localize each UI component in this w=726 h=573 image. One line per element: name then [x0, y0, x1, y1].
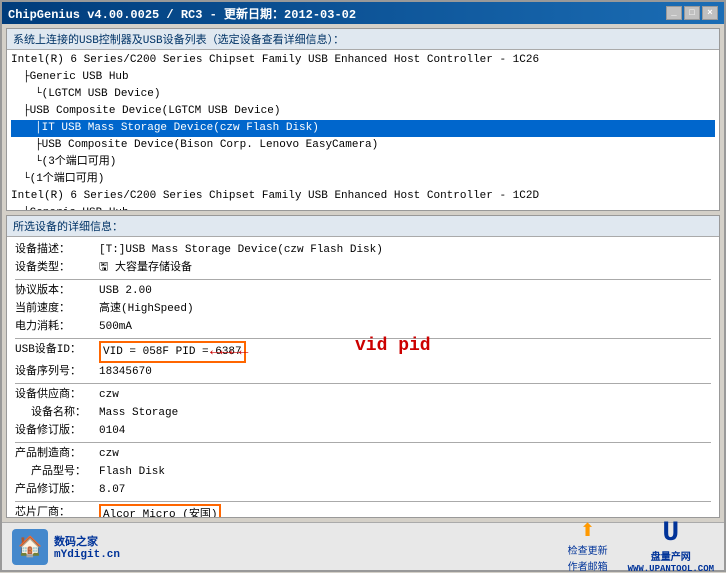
info-label-revision: 设备修订版：	[15, 422, 95, 440]
info-row-model: 产品型号： Flash Disk	[15, 463, 711, 481]
info-label-speed: 当前速度：	[15, 300, 95, 318]
title-bar: ChipGenius v4.00.0025 / RC3 - 更新日期：2012-…	[2, 2, 724, 24]
info-value-devname: Mass Storage	[99, 404, 178, 422]
main-window: ChipGenius v4.00.0025 / RC3 - 更新日期：2012-…	[0, 0, 726, 572]
info-row-vid: USB设备ID： VID = 058F PID = 6387 vid pid ←…	[15, 341, 711, 363]
brand-name: 盘量产网	[651, 548, 691, 564]
info-value-prod-rev: 8.07	[99, 481, 125, 499]
update-icon: ⬆	[580, 520, 595, 542]
info-label-serial: 设备序列号：	[15, 363, 95, 381]
info-content: 设备描述： [T:]USB Mass Storage Device(czw Fl…	[7, 237, 719, 518]
device-info-section: 所选设备的详细信息： 设备描述： [T:]USB Mass Storage De…	[6, 215, 720, 518]
info-value-revision: 0104	[99, 422, 125, 440]
info-label-model: 产品型号：	[15, 463, 95, 481]
footer-site-name: 数码之家	[54, 533, 120, 549]
info-label-desc: 设备描述：	[15, 241, 95, 259]
info-value-desc: [T:]USB Mass Storage Device(czw Flash Di…	[99, 241, 383, 259]
maximize-button[interactable]: □	[684, 6, 700, 20]
list-item[interactable]: ├USB Composite Device(Bison Corp. Lenovo…	[11, 137, 715, 154]
info-value-mfr: czw	[99, 445, 119, 463]
info-row-desc: 设备描述： [T:]USB Mass Storage Device(czw Fl…	[15, 241, 711, 259]
email-label: 作者邮箱	[568, 558, 608, 573]
list-item[interactable]: ├USB Composite Device(LGTCM USB Device)	[11, 103, 715, 120]
footer-brand-left: 数码之家 mYdigit.cn	[54, 533, 120, 561]
footer-brand-right: U 盘量产网 WWW.UPANTOOL.COM	[628, 520, 714, 573]
list-item[interactable]: └(LGTCM USB Device)	[11, 86, 715, 103]
list-item[interactable]: └(3个端口可用)	[11, 154, 715, 171]
info-row-type: 设备类型： 🖫 大容量存储设备	[15, 259, 711, 277]
info-label-mfr: 产品制造商：	[15, 445, 95, 463]
device-info-header: 所选设备的详细信息：	[7, 216, 719, 237]
device-list[interactable]: Intel(R) 6 Series/C200 Series Chipset Fa…	[7, 50, 719, 210]
close-button[interactable]: ×	[702, 6, 718, 20]
minimize-button[interactable]: _	[666, 6, 682, 20]
device-list-header-text: 系统上连接的USB控制器及USB设备列表（选定设备查看详细信息）：	[13, 35, 344, 47]
info-value-chip-vendor: Alcor Micro (安国)	[99, 504, 221, 518]
info-row-chip-vendor: 芯片厂商： Alcor Micro (安国)	[15, 504, 711, 518]
window-title: ChipGenius v4.00.0025 / RC3 - 更新日期：2012-…	[8, 5, 356, 22]
info-label-devname: 设备名称：	[15, 404, 95, 422]
brand-u-letter: U	[662, 520, 679, 548]
arrow-annotation: ←←←←	[210, 342, 248, 360]
info-label-power: 电力消耗：	[15, 318, 95, 336]
footer: 🏠 数码之家 mYdigit.cn ⬆ 检查更新 作者邮箱 U 盘量产网 WWW…	[2, 522, 724, 570]
info-label-chip-vendor: 芯片厂商：	[15, 504, 95, 518]
list-item[interactable]: ├Generic USB Hub	[11, 69, 715, 86]
info-value-model: Flash Disk	[99, 463, 165, 481]
info-row-speed: 当前速度： 高速(HighSpeed)	[15, 300, 711, 318]
info-value-speed: 高速(HighSpeed)	[99, 300, 194, 318]
update-label: 检查更新	[568, 542, 608, 558]
home-icon[interactable]: 🏠	[12, 529, 48, 565]
info-label-vid: USB设备ID：	[15, 341, 95, 363]
info-value-power: 500mA	[99, 318, 132, 336]
info-value-protocol: USB 2.00	[99, 282, 152, 300]
footer-right: ⬆ 检查更新 作者邮箱 U 盘量产网 WWW.UPANTOOL.COM	[568, 520, 714, 573]
footer-site-url: mYdigit.cn	[54, 549, 120, 561]
info-row-prod-rev: 产品修订版： 8.07	[15, 481, 711, 499]
list-item[interactable]: └(1个端口可用)	[11, 171, 715, 188]
device-list-section: 系统上连接的USB控制器及USB设备列表（选定设备查看详细信息）： Intel(…	[6, 28, 720, 211]
info-row-revision: 设备修订版： 0104	[15, 422, 711, 440]
info-label-protocol: 协议版本：	[15, 282, 95, 300]
list-item[interactable]: Intel(R) 6 Series/C200 Series Chipset Fa…	[11, 188, 715, 205]
info-label-prod-rev: 产品修订版：	[15, 481, 95, 499]
info-row-serial: 设备序列号： 18345670	[15, 363, 711, 381]
main-content: 系统上连接的USB控制器及USB设备列表（选定设备查看详细信息）： Intel(…	[2, 24, 724, 522]
info-value-type: 🖫 大容量存储设备	[99, 259, 192, 277]
info-row-mfr: 产品制造商： czw	[15, 445, 711, 463]
list-item-selected[interactable]: │IT USB Mass Storage Device(czw Flash Di…	[11, 120, 715, 137]
info-row-protocol: 协议版本： USB 2.00	[15, 282, 711, 300]
vid-pid-annotation: vid pid	[355, 337, 431, 355]
footer-update-item: ⬆ 检查更新 作者邮箱	[568, 520, 608, 573]
info-row-power: 电力消耗： 500mA	[15, 318, 711, 336]
device-info-header-text: 所选设备的详细信息：	[13, 222, 123, 234]
info-label-type: 设备类型：	[15, 259, 95, 277]
info-row-devname: 设备名称： Mass Storage	[15, 404, 711, 422]
info-row-vendor: 设备供应商： czw	[15, 386, 711, 404]
info-value-serial: 18345670	[99, 363, 152, 381]
device-list-header: 系统上连接的USB控制器及USB设备列表（选定设备查看详细信息）：	[7, 29, 719, 50]
footer-left: 🏠 数码之家 mYdigit.cn	[12, 529, 120, 565]
info-label-vendor: 设备供应商：	[15, 386, 95, 404]
list-item[interactable]: Intel(R) 6 Series/C200 Series Chipset Fa…	[11, 52, 715, 69]
list-item[interactable]: ├Generic USB Hub	[11, 205, 715, 210]
window-controls: _ □ ×	[666, 6, 718, 20]
info-value-vendor: czw	[99, 386, 119, 404]
